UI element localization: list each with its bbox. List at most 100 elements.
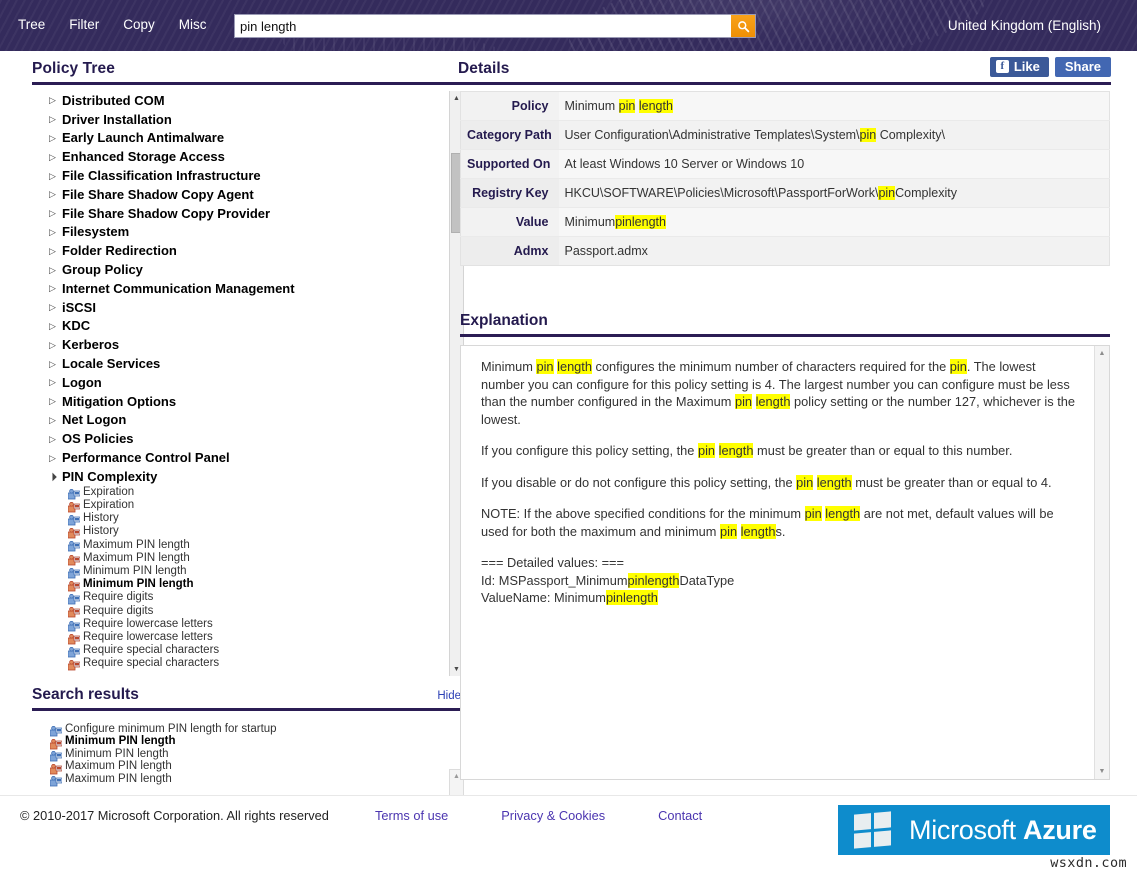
explanation-scroll-up-arrow-icon[interactable]: ▲ xyxy=(1095,347,1109,360)
tree-node-kdc[interactable]: ▷ KDC xyxy=(32,317,447,336)
search-result-item[interactable]: Minimum PIN length xyxy=(32,736,447,749)
tree-node-internet-communication-management[interactable]: ▷Internet Communication Management xyxy=(32,279,447,298)
details-row-policy: PolicyMinimum pin length xyxy=(461,92,1110,121)
tree-leaf-require-digits-machine[interactable]: Require digits xyxy=(32,591,447,604)
menu-item-copy[interactable]: Copy xyxy=(123,17,155,33)
tree-node-file-share-shadow-copy-agent[interactable]: ▷File Share Shadow Copy Agent xyxy=(32,185,447,204)
chevron-right-icon[interactable]: ▷ xyxy=(49,434,58,444)
tree-leaf-history-machine[interactable]: History xyxy=(32,512,447,525)
tree-node-mitigation-options[interactable]: ▷Mitigation Options xyxy=(32,392,447,411)
tree-node-os-policies[interactable]: ▷OS Policies xyxy=(32,429,447,448)
tree-node-driver-installation[interactable]: ▷Driver Installation xyxy=(32,110,447,129)
search-result-label: Configure minimum PIN length for startup xyxy=(65,723,277,736)
chevron-right-icon[interactable]: ▷ xyxy=(49,340,58,350)
tree-leaf-label: Expiration xyxy=(83,486,134,499)
tree-node-label: Early Launch Antimalware xyxy=(62,130,224,145)
tree-node-logon[interactable]: ▷Logon xyxy=(32,373,447,392)
tree-node-iscsi[interactable]: ▷iSCSI xyxy=(32,298,447,317)
tree-node-distributed-com[interactable]: ▷ Distributed COM xyxy=(32,91,447,110)
tree-leaf-history-user[interactable]: History xyxy=(32,525,447,538)
chevron-right-icon[interactable]: ▷ xyxy=(49,208,58,218)
facebook-like-button[interactable]: f Like xyxy=(990,57,1049,77)
tree-node-folder-redirection[interactable]: ▷Folder Redirection xyxy=(32,241,447,260)
chevron-right-icon[interactable]: ▷ xyxy=(49,415,58,425)
tree-node-label: KDC xyxy=(62,318,90,333)
tree-leaf-require-special-characters-machine[interactable]: Require special characters xyxy=(32,644,447,657)
tree-node-performance-control-panel[interactable]: ▷ Performance Control Panel xyxy=(32,448,447,467)
search-result-item[interactable]: Maximum PIN length xyxy=(32,761,447,774)
search-result-label: Maximum PIN length xyxy=(65,773,172,786)
tree-node-label: Distributed COM xyxy=(62,93,165,108)
chevron-down-icon[interactable]: ◢ xyxy=(47,470,60,483)
search-input[interactable] xyxy=(234,14,756,38)
highlighted-term: length xyxy=(825,506,860,521)
tree-leaf-require-special-characters-user[interactable]: Require special characters xyxy=(32,657,447,670)
footer-link-terms-of-use[interactable]: Terms of use xyxy=(375,808,448,823)
chevron-right-icon[interactable]: ▷ xyxy=(49,396,58,406)
leaf-icon-wrap xyxy=(68,658,80,669)
facebook-share-button[interactable]: Share xyxy=(1055,57,1111,77)
tree-leaf-expiration-machine[interactable]: Expiration xyxy=(32,486,447,499)
tree-node-enhanced-storage-access[interactable]: ▷Enhanced Storage Access xyxy=(32,147,447,166)
chevron-right-icon[interactable]: ▷ xyxy=(49,133,58,143)
tree-leaf-maximum-pin-length-machine[interactable]: Maximum PIN length xyxy=(32,538,447,551)
azure-brand-text: Microsoft Azure xyxy=(909,815,1097,845)
explanation-scroll-down-arrow-icon[interactable]: ▼ xyxy=(1095,765,1109,778)
details-row-admx: AdmxPassport.admx xyxy=(461,237,1110,266)
chevron-right-icon[interactable]: ▷ xyxy=(49,302,58,312)
search-result-item[interactable]: Configure minimum PIN length for startup xyxy=(32,723,447,736)
locale-selector[interactable]: United Kingdom (English) xyxy=(948,18,1101,33)
azure-banner[interactable]: Microsoft Azure xyxy=(838,805,1110,855)
footer-link-contact[interactable]: Contact xyxy=(658,808,702,823)
tree-leaf-require-digits-user[interactable]: Require digits xyxy=(32,604,447,617)
menu-item-tree[interactable]: Tree xyxy=(18,17,45,33)
chevron-right-icon[interactable]: ▷ xyxy=(49,283,58,293)
chevron-right-icon[interactable]: ▷ xyxy=(49,453,58,463)
tree-node-group-policy[interactable]: ▷Group Policy xyxy=(32,260,447,279)
chevron-right-icon[interactable]: ▷ xyxy=(49,114,58,124)
details-row-supported-on: Supported OnAt least Windows 10 Server o… xyxy=(461,150,1110,179)
search-icon xyxy=(737,20,750,33)
search-button[interactable] xyxy=(731,15,755,37)
explanation-scrollbar[interactable]: ▲ ▼ xyxy=(1094,346,1109,779)
text-fragment: If you disable or do not configure this … xyxy=(481,475,796,490)
tree-node-label: Performance Control Panel xyxy=(62,450,230,465)
chevron-right-icon[interactable]: ▷ xyxy=(49,152,58,162)
footer-link-privacy-cookies[interactable]: Privacy & Cookies xyxy=(501,808,605,823)
chevron-right-icon[interactable]: ▷ xyxy=(49,95,58,105)
tree-leaf-maximum-pin-length-user[interactable]: Maximum PIN length xyxy=(32,552,447,565)
menu-item-misc[interactable]: Misc xyxy=(179,17,207,33)
tree-node-label: Locale Services xyxy=(62,356,160,371)
chevron-right-icon[interactable]: ▷ xyxy=(49,171,58,181)
chevron-right-icon[interactable]: ▷ xyxy=(49,246,58,256)
menu-item-filter[interactable]: Filter xyxy=(69,17,99,33)
tree-node-net-logon[interactable]: ▷Net Logon xyxy=(32,411,447,430)
tree-node-pin-complexity[interactable]: ◢PIN Complexity xyxy=(32,467,447,486)
chevron-right-icon[interactable]: ▷ xyxy=(49,227,58,237)
chevron-right-icon[interactable]: ▷ xyxy=(49,377,58,387)
tree-leaf-expiration-user[interactable]: Expiration xyxy=(32,499,447,512)
tree-leaf-require-lowercase-letters-user[interactable]: Require lowercase letters xyxy=(32,631,447,644)
chevron-right-icon[interactable]: ▷ xyxy=(49,321,58,331)
text-fragment: User Configuration\Administrative Templa… xyxy=(565,128,860,142)
leaf-icon-wrap xyxy=(68,566,80,577)
search-result-item[interactable]: Maximum PIN length xyxy=(32,773,447,786)
tree-node-file-share-shadow-copy-provider[interactable]: ▷File Share Shadow Copy Provider xyxy=(32,204,447,223)
tree-node-filesystem[interactable]: ▷Filesystem xyxy=(32,223,447,242)
leaf-icon-wrap xyxy=(68,645,80,656)
chevron-right-icon[interactable]: ▷ xyxy=(49,189,58,199)
chevron-right-icon[interactable]: ▷ xyxy=(49,359,58,369)
tree-node-file-classification-infrastructure[interactable]: ▷File Classification Infrastructure xyxy=(32,166,447,185)
tree-leaf-require-lowercase-letters-machine[interactable]: Require lowercase letters xyxy=(32,618,447,631)
search-result-item[interactable]: Minimum PIN length xyxy=(32,748,447,761)
tree-leaf-minimum-pin-length-machine[interactable]: Minimum PIN length xyxy=(32,565,447,578)
details-title: Details xyxy=(458,60,510,78)
tree-node-kerberos[interactable]: ▷Kerberos xyxy=(32,335,447,354)
tree-leaf-minimum-pin-length-user[interactable]: Minimum PIN length xyxy=(32,578,447,591)
tree-node-locale-services[interactable]: ▷ Locale Services xyxy=(32,354,447,373)
chevron-right-icon[interactable]: ▷ xyxy=(49,265,58,275)
details-row-value: Minimum pin length xyxy=(559,92,1110,121)
explanation-text: Minimum pin length configures the minimu… xyxy=(461,346,1094,779)
tree-node-early-launch-antimalware[interactable]: ▷ Early Launch Antimalware xyxy=(32,129,447,148)
leaf-icon-wrap xyxy=(68,579,80,590)
